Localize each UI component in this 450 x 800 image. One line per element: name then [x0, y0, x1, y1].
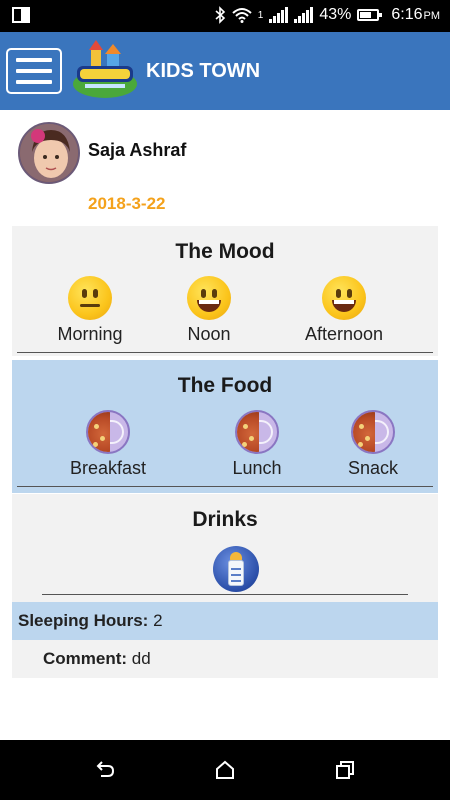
mood-section: The Mood Morning Noon Afternoon — [12, 226, 438, 356]
food-section: The Food Breakfast Lunch Snack — [12, 360, 438, 493]
mood-afternoon-label: Afternoon — [304, 324, 384, 344]
battery-icon — [357, 9, 383, 21]
food-breakfast: Breakfast — [53, 410, 163, 479]
neutral-face-icon — [68, 276, 112, 320]
hamburger-menu-icon[interactable] — [6, 48, 62, 94]
mood-divider — [17, 352, 433, 353]
signal-icon-2 — [294, 7, 314, 23]
drinks-divider — [42, 594, 408, 595]
app-title: KIDS TOWN — [146, 60, 261, 82]
food-snack-label: Snack — [347, 458, 399, 478]
food-breakfast-label: Breakfast — [69, 458, 147, 478]
baby-bottle-icon — [213, 546, 259, 592]
battery-percent: 43% — [319, 6, 352, 23]
recent-apps-icon[interactable] — [333, 758, 357, 782]
mood-noon-label: Noon — [187, 324, 231, 344]
report-date: 2018-3-22 — [88, 194, 166, 213]
half-plate-icon — [235, 410, 279, 454]
mood-morning-label: Morning — [57, 324, 123, 344]
signal-icon — [269, 7, 289, 23]
grinning-face-icon — [322, 276, 366, 320]
drinks-section: Drinks — [12, 494, 438, 602]
sleeping-hours-row: Sleeping Hours: 2 — [12, 602, 438, 640]
drinks-title: Drinks — [192, 508, 258, 531]
comment-row: Comment: dd — [12, 640, 438, 678]
child-name: Saja Ashraf — [88, 140, 187, 160]
comment-value: dd — [131, 649, 151, 668]
food-snack: Snack — [318, 410, 428, 479]
food-lunch-label: Lunch — [232, 458, 282, 478]
mood-noon: Noon — [154, 276, 264, 345]
home-icon[interactable] — [213, 758, 237, 782]
sleeping-hours: Sleeping Hours: 2 — [18, 611, 163, 631]
child-photo — [20, 124, 78, 182]
app-bar: KIDS TOWN — [0, 32, 450, 110]
sleeping-hours-value: 2 — [153, 611, 163, 630]
status-icons: 1 43% 6:16PM — [214, 6, 440, 24]
network-label: 1 — [257, 9, 264, 21]
half-plate-icon — [351, 410, 395, 454]
wifi-icon — [232, 8, 252, 23]
back-icon[interactable] — [93, 758, 117, 782]
clock: 6:16PM — [391, 6, 440, 24]
clock-time: 6:16 — [391, 6, 423, 23]
mood-morning: Morning — [35, 276, 145, 345]
grinning-face-icon — [187, 276, 231, 320]
screen-mirror-icon — [12, 7, 30, 23]
comment-label: Comment: — [43, 649, 128, 668]
comment: Comment: dd — [43, 649, 151, 669]
food-title: The Food — [177, 374, 273, 397]
kids-town-logo — [73, 40, 137, 98]
food-lunch: Lunch — [202, 410, 312, 479]
avatar — [18, 122, 80, 184]
mood-title: The Mood — [175, 240, 275, 263]
system-nav-bar — [0, 740, 450, 800]
mood-afternoon: Afternoon — [289, 276, 399, 345]
clock-suffix: PM — [423, 10, 441, 22]
half-plate-icon — [86, 410, 130, 454]
sleeping-hours-label: Sleeping Hours: — [18, 611, 149, 630]
status-bar: 1 43% 6:16PM — [0, 0, 450, 32]
bluetooth-icon — [215, 6, 225, 24]
food-divider — [17, 486, 433, 487]
